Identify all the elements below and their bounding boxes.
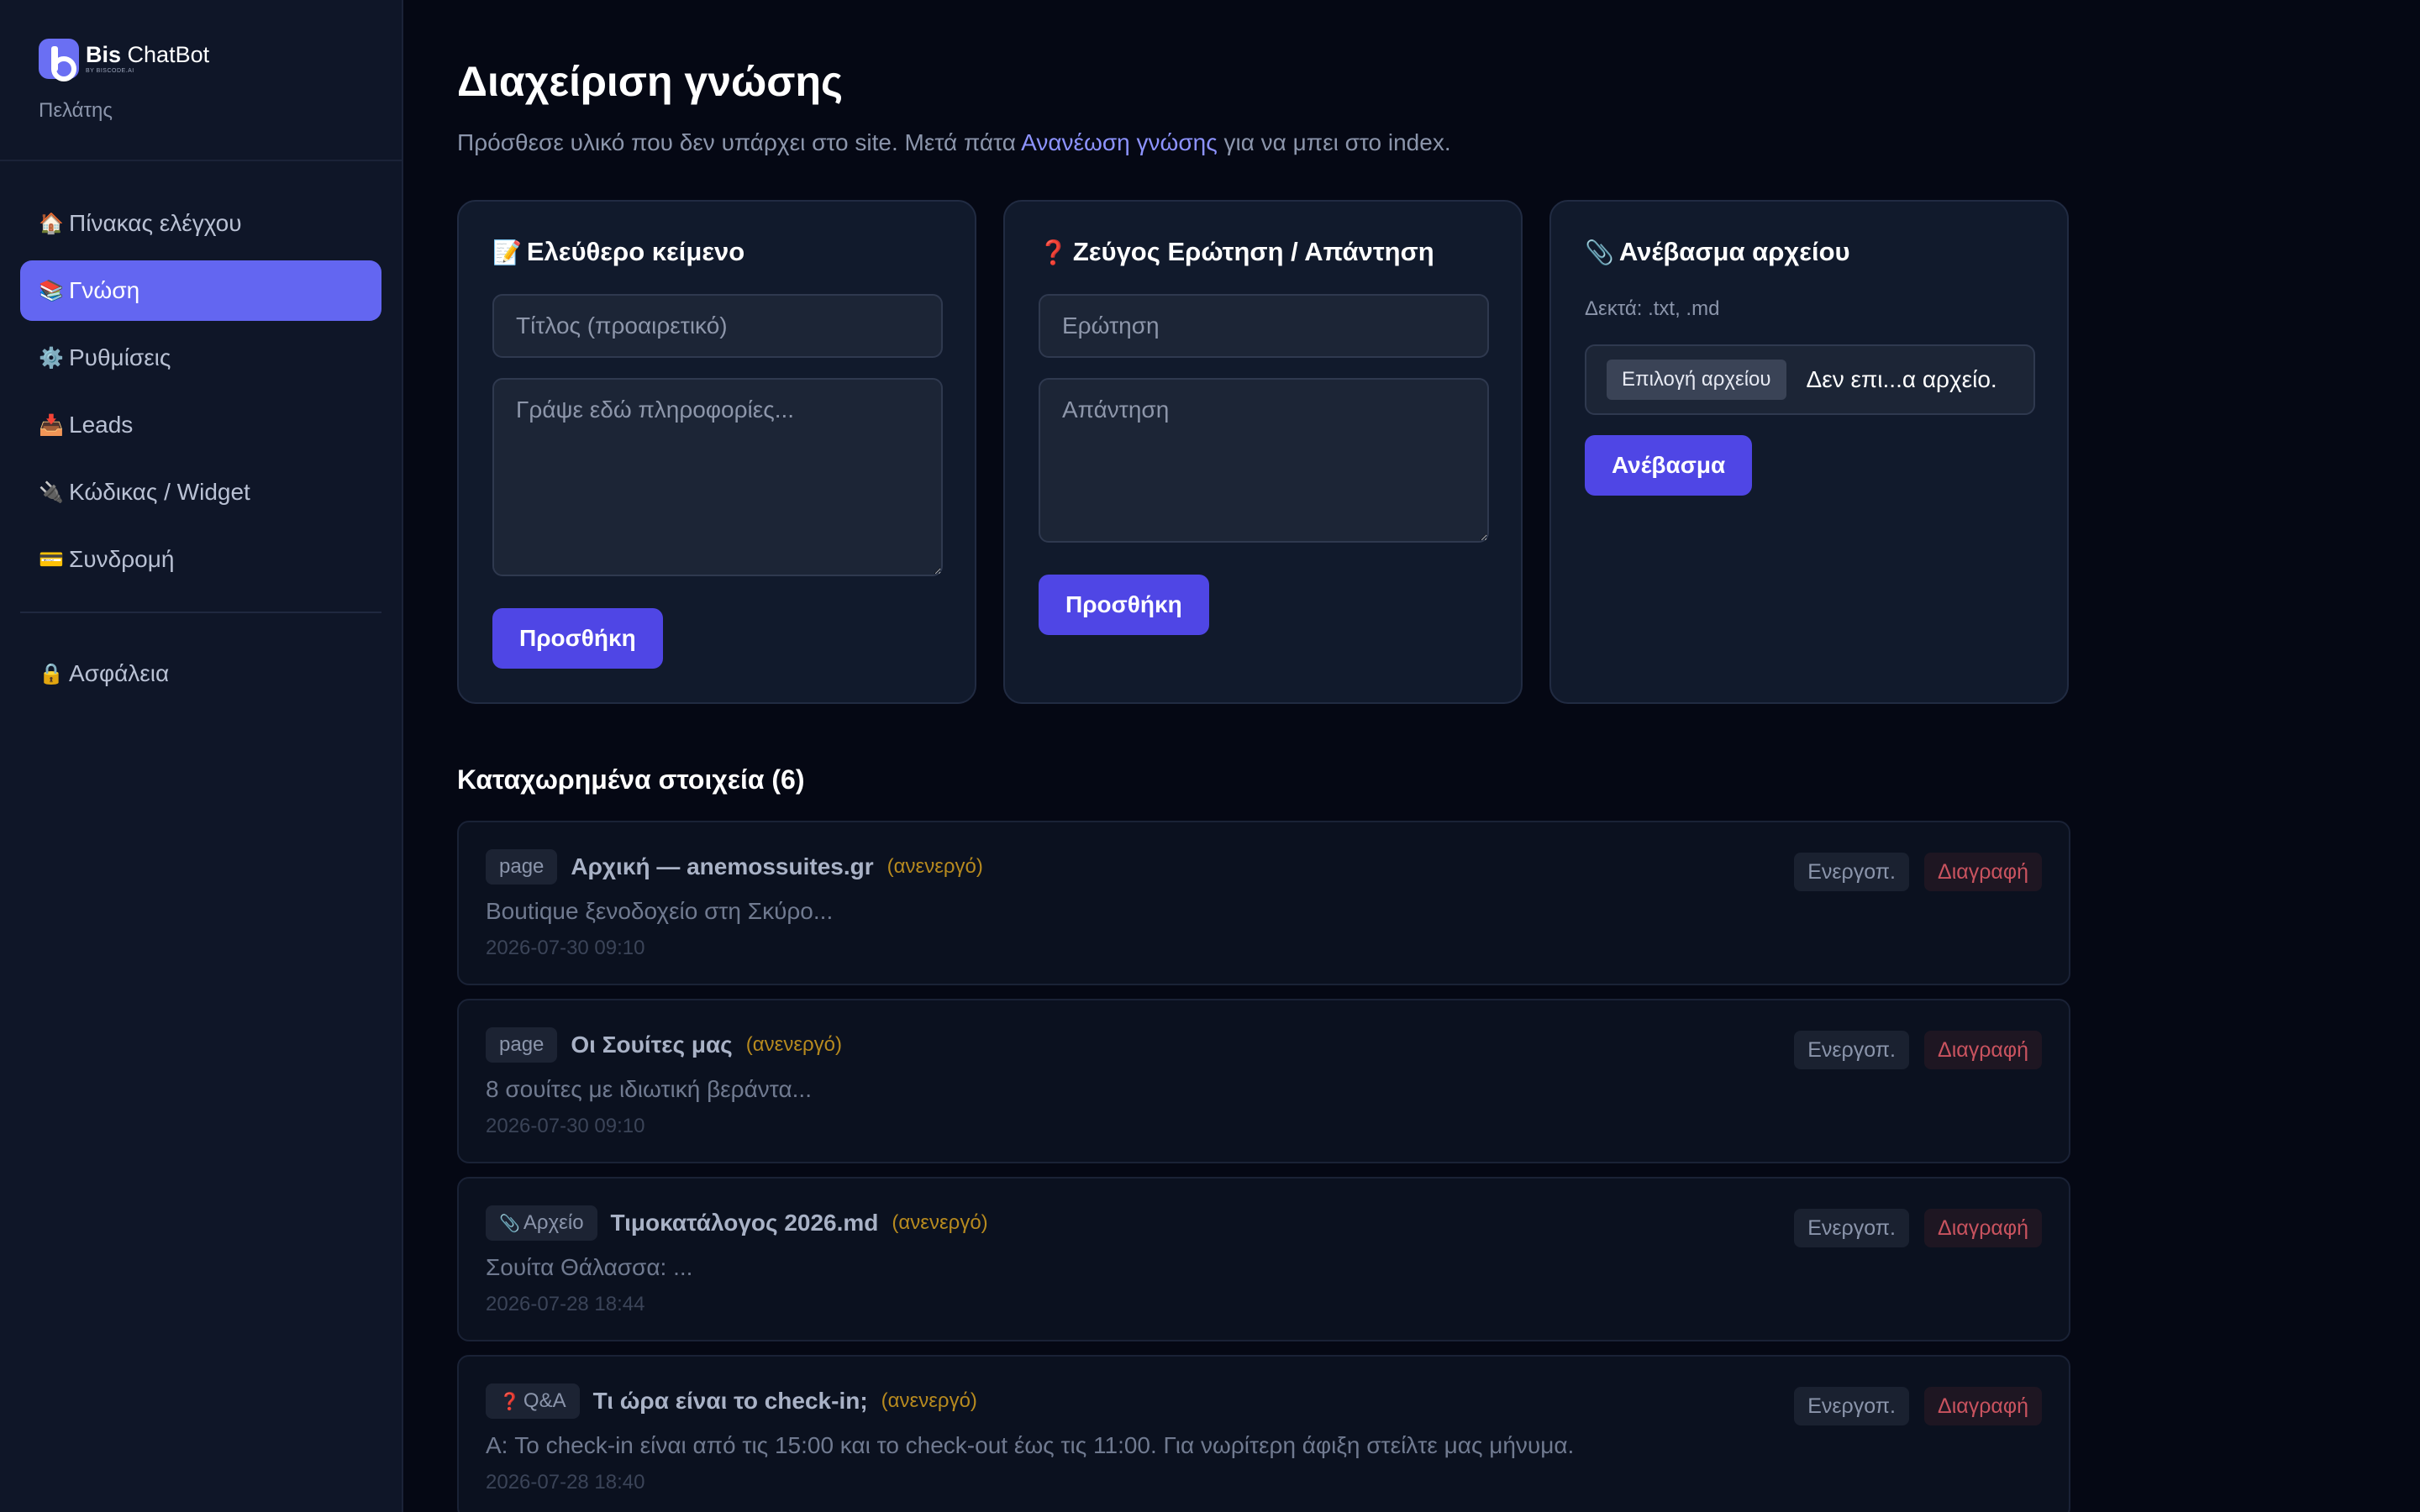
entry-snippet: Σουίτα Θάλασσα: ... — [486, 1254, 693, 1280]
entry-snippet: A: Το check-in είναι από τις 15:00 και τ… — [486, 1432, 1575, 1458]
list-item: page Αρχική — anemossuites.gr (ανενεργό)… — [457, 821, 2070, 985]
entry-snippet: 8 σουίτες με ιδιωτική βεράντα... — [486, 1076, 812, 1102]
enable-button[interactable]: Ενεργοπ. — [1794, 1209, 1909, 1247]
entry-date: 2026-07-30 09:10 — [486, 1115, 645, 1137]
logo-name: Bis ChatBot — [86, 42, 210, 67]
delete-button[interactable]: Διαγραφή — [1924, 853, 2042, 891]
status-badge: (ανενεργό) — [881, 1389, 977, 1412]
sidebar-item-subscription[interactable]: 💳 Συνδρομή — [20, 529, 381, 590]
paperclip-icon: 📎 — [499, 1214, 520, 1233]
sidebar-item-label: Ρυθμίσεις — [69, 344, 171, 370]
type-badge: page — [486, 1027, 558, 1063]
sidebar-item-label: Πίνακας ελέγχου — [69, 210, 242, 236]
entry-title: Οι Σουίτες μας — [571, 1032, 733, 1058]
type-badge: page — [486, 849, 558, 885]
add-qa-button[interactable]: Προσθήκη — [1039, 575, 1209, 635]
inbox-icon: 📥 — [39, 413, 64, 437]
status-badge: (ανενεργό) — [886, 855, 983, 878]
logo[interactable]: Bis ChatBot BY BISCODE.AI — [39, 39, 363, 81]
question-input[interactable] — [1039, 294, 1489, 358]
accepted-file-types: Δεκτά: .txt, .md — [1585, 297, 1720, 320]
user-role: Πελάτης — [39, 99, 113, 122]
plug-icon: 🔌 — [39, 480, 64, 504]
free-text-body-input[interactable] — [492, 378, 943, 576]
refresh-knowledge-link[interactable]: Ανανέωση γνώσης — [1021, 129, 1218, 155]
upload-title: 📎 Ανέβασμα αρχείου — [1585, 237, 1850, 266]
enable-button[interactable]: Ενεργοπ. — [1794, 853, 1909, 891]
sidebar-item-label: Γνώση — [69, 277, 140, 303]
qa-title: ❓ Ζεύγος Ερώτηση / Απάντηση — [1039, 237, 1434, 266]
memo-icon: 📝 — [492, 239, 522, 265]
lock-icon: 🔒 — [39, 662, 64, 685]
sidebar-item-knowledge[interactable]: 📚 Γνώση — [20, 260, 381, 321]
sidebar-item-leads[interactable]: 📥 Leads — [20, 395, 381, 455]
answer-input[interactable] — [1039, 378, 1489, 543]
credit-card-icon: 💳 — [39, 548, 64, 571]
house-icon: 🏠 — [39, 212, 64, 235]
delete-button[interactable]: Διαγραφή — [1924, 1031, 2042, 1069]
sidebar-item-dashboard[interactable]: 🏠 Πίνακας ελέγχου — [20, 193, 381, 254]
entry-title: Αρχική — anemossuites.gr — [571, 853, 874, 879]
free-text-title: 📝 Ελεύθερο κείμενο — [492, 237, 745, 266]
file-input[interactable]: Επιλογή αρχείου Δεν επι...α αρχείο. — [1585, 344, 2035, 415]
entry-date: 2026-07-28 18:40 — [486, 1471, 645, 1494]
entries-list: page Αρχική — anemossuites.gr (ανενεργό)… — [457, 821, 2070, 1512]
logo-subtitle: BY BISCODE.AI — [86, 68, 134, 74]
nav-divider — [20, 612, 381, 613]
books-icon: 📚 — [39, 279, 64, 302]
status-badge: (ανενεργό) — [745, 1033, 843, 1056]
list-item: ❓ Q&A Τι ώρα είναι το check-in; (ανενεργό… — [457, 1355, 2070, 1512]
sidebar-nav: 🏠 Πίνακας ελέγχου 📚 Γνώση ⚙️ Ρυθμίσεις 📥… — [0, 161, 402, 704]
add-cards: 📝 Ελεύθερο κείμενο Προσθήκη ❓ Ζεύγος Ερώ… — [457, 200, 2070, 704]
upload-card: 📎 Ανέβασμα αρχείου Δεκτά: .txt, .md Επιλ… — [1549, 200, 2069, 704]
free-text-card: 📝 Ελεύθερο κείμενο Προσθήκη — [457, 200, 976, 704]
entries-section-title: Καταχωρημένα στοιχεία (6) — [457, 764, 805, 795]
entry-date: 2026-07-28 18:44 — [486, 1293, 645, 1315]
entry-snippet: Boutique ξενοδοχείο στη Σκύρο... — [486, 898, 834, 924]
main-content: Διαχείριση γνώσης Πρόσθεσε υλικό που δεν… — [403, 0, 2420, 1512]
question-mark-icon: ❓ — [1039, 239, 1068, 265]
entry-title: Τι ώρα είναι το check-in; — [592, 1388, 868, 1414]
sidebar-item-settings[interactable]: ⚙️ Ρυθμίσεις — [20, 328, 381, 388]
qa-card: ❓ Ζεύγος Ερώτηση / Απάντηση Προσθήκη — [1003, 200, 1523, 704]
page-subtitle: Πρόσθεσε υλικό που δεν υπάρχει στο site.… — [457, 129, 1451, 155]
list-item: 📎 Αρχείο Τιμοκατάλογος 2026.md (ανενεργό)… — [457, 1177, 2070, 1341]
choose-file-button[interactable]: Επιλογή αρχείου — [1607, 360, 1786, 400]
upload-button[interactable]: Ανέβασμα — [1585, 435, 1753, 496]
sidebar-item-label: Ασφάλεια — [69, 660, 170, 686]
status-badge: (ανενεργό) — [892, 1211, 988, 1234]
enable-button[interactable]: Ενεργοπ. — [1794, 1387, 1909, 1425]
delete-button[interactable]: Διαγραφή — [1924, 1209, 2042, 1247]
add-free-text-button[interactable]: Προσθήκη — [492, 608, 663, 669]
list-item: page Οι Σουίτες μας (ανενεργό) 8 σουίτες… — [457, 999, 2070, 1163]
sidebar-item-widget[interactable]: 🔌 Κώδικας / Widget — [20, 462, 381, 522]
sidebar-item-label: Κώδικας / Widget — [69, 479, 250, 505]
type-badge: ❓ Q&A — [486, 1383, 580, 1419]
file-name-label: Δεν επι...α αρχείο. — [1806, 366, 1997, 392]
logo-icon — [39, 39, 79, 81]
brand: Bis ChatBot BY BISCODE.AI Πελάτης — [0, 0, 402, 161]
free-text-title-input[interactable] — [492, 294, 943, 358]
paperclip-icon: 📎 — [1585, 239, 1614, 265]
app-root: Bis ChatBot BY BISCODE.AI Πελάτης 🏠 Πίνα… — [0, 0, 2420, 1512]
entry-date: 2026-07-30 09:10 — [486, 937, 645, 959]
gear-icon: ⚙️ — [39, 346, 64, 370]
question-mark-icon: ❓ — [499, 1392, 520, 1411]
sidebar-item-label: Leads — [69, 412, 134, 438]
entry-title: Τιμοκατάλογος 2026.md — [610, 1210, 879, 1236]
sidebar-item-label: Συνδρομή — [69, 546, 175, 572]
page-title: Διαχείριση γνώσης — [457, 58, 844, 105]
sidebar-item-security[interactable]: 🔒 Ασφάλεια — [20, 643, 381, 704]
sidebar: Bis ChatBot BY BISCODE.AI Πελάτης 🏠 Πίνα… — [0, 0, 403, 1512]
type-badge: 📎 Αρχείο — [486, 1205, 597, 1241]
enable-button[interactable]: Ενεργοπ. — [1794, 1031, 1909, 1069]
delete-button[interactable]: Διαγραφή — [1924, 1387, 2042, 1425]
